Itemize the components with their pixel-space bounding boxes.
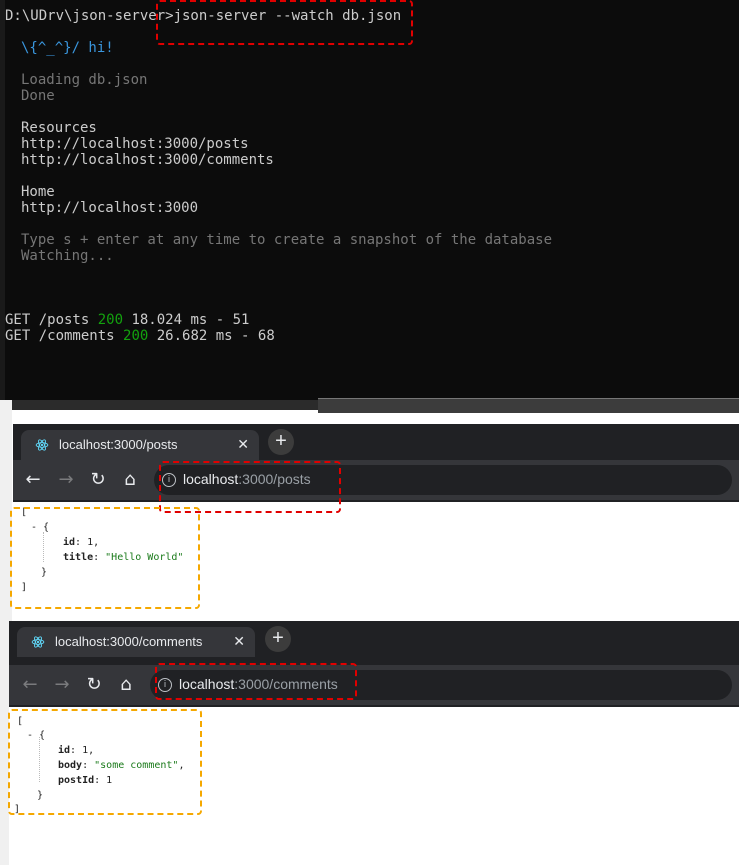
terminal-request-log: GET /comments 200 26.682 ms - 68 xyxy=(5,328,275,344)
terminal-window: D:\UDrv\json-server>json-server --watch … xyxy=(0,0,739,400)
arrow-right-icon[interactable]: → xyxy=(51,675,73,697)
terminal-prompt: D:\UDrv\json-server> xyxy=(5,8,174,24)
react-icon xyxy=(31,636,45,648)
terminal-resource-url: http://localhost:3000/posts xyxy=(21,136,249,152)
browser-toolbar: ← → ↻ ⌂ i localhost:3000/posts xyxy=(13,460,739,500)
terminal-watching: Watching... xyxy=(21,248,114,264)
tab-title: localhost:3000/comments xyxy=(55,634,203,649)
reload-icon[interactable]: ↻ xyxy=(83,675,105,697)
arrow-left-icon[interactable]: ← xyxy=(22,470,44,492)
close-icon[interactable]: ✕ xyxy=(233,633,245,650)
terminal-loading: Loading db.json xyxy=(21,72,148,88)
terminal-resources-heading: Resources xyxy=(21,120,97,136)
arrow-left-icon[interactable]: ← xyxy=(19,675,41,697)
tab-title: localhost:3000/posts xyxy=(59,437,178,452)
status-code: 200 xyxy=(97,312,124,328)
terminal-home-heading: Home xyxy=(21,184,55,200)
highlight-posts-json xyxy=(10,507,200,609)
background-window xyxy=(318,398,739,413)
new-tab-button[interactable]: + xyxy=(265,626,291,652)
terminal-edge xyxy=(0,0,5,400)
highlight-posts-url xyxy=(159,461,341,513)
reload-icon[interactable]: ↻ xyxy=(87,470,109,492)
status-code: 200 xyxy=(123,328,149,344)
terminal-request-log: GET /posts 200 18.024 ms - 51 xyxy=(5,312,250,328)
terminal-done: Done xyxy=(21,88,55,104)
highlight-command xyxy=(156,0,413,45)
terminal-snapshot-hint: Type s + enter at any time to create a s… xyxy=(21,232,553,248)
tab-strip: localhost:3000/posts ✕ + xyxy=(13,424,739,460)
close-icon[interactable]: ✕ xyxy=(237,436,249,453)
react-icon xyxy=(35,439,49,451)
terminal-home-url: http://localhost:3000 xyxy=(21,200,199,216)
highlight-comments-json xyxy=(8,709,202,815)
terminal-resource-url: http://localhost:3000/comments xyxy=(21,152,274,168)
highlight-comments-url xyxy=(155,663,357,700)
tab-comments[interactable]: localhost:3000/comments ✕ xyxy=(17,627,255,657)
tab-posts[interactable]: localhost:3000/posts ✕ xyxy=(21,430,259,460)
arrow-right-icon[interactable]: → xyxy=(55,470,77,492)
new-tab-button[interactable]: + xyxy=(268,429,294,455)
home-icon[interactable]: ⌂ xyxy=(119,470,141,492)
tab-strip: localhost:3000/comments ✕ + xyxy=(9,621,739,657)
home-icon[interactable]: ⌂ xyxy=(115,675,137,697)
terminal-greeting: \{^_^}/ hi! xyxy=(21,40,114,56)
browser-toolbar: ← → ↻ ⌂ i localhost:3000/comments xyxy=(9,665,739,705)
